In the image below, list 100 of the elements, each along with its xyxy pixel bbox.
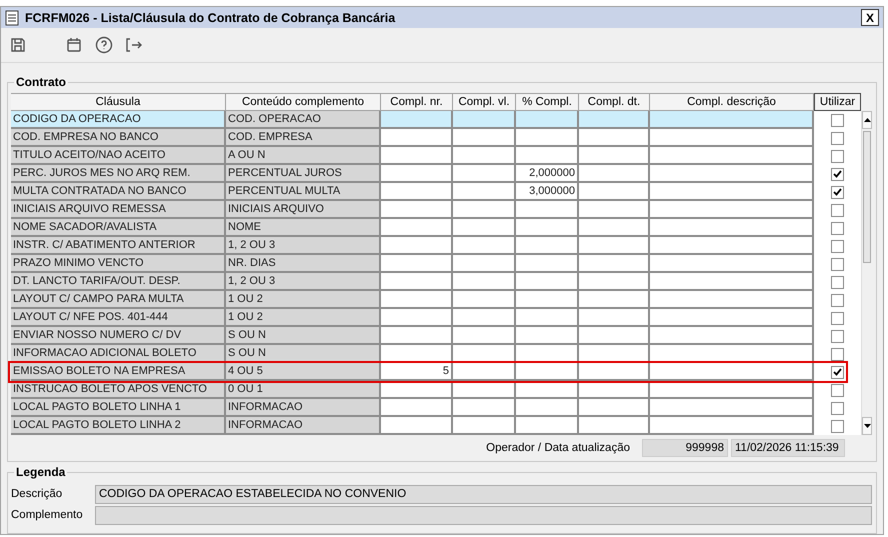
checkbox[interactable] <box>831 402 844 415</box>
table-cell[interactable] <box>579 129 650 148</box>
table-cell[interactable] <box>381 255 453 274</box>
table-cell[interactable] <box>579 327 650 346</box>
table-cell[interactable]: 5 <box>381 363 453 382</box>
table-cell[interactable] <box>650 183 814 202</box>
table-cell[interactable]: 3,000000 <box>516 183 579 202</box>
table-cell[interactable] <box>453 255 516 274</box>
table-cell[interactable] <box>381 327 453 346</box>
checkbox[interactable] <box>831 186 844 199</box>
table-cell[interactable] <box>381 111 453 130</box>
table-cell[interactable] <box>453 327 516 346</box>
table-cell[interactable] <box>453 363 516 382</box>
scroll-up-icon[interactable] <box>864 118 870 122</box>
table-cell[interactable] <box>579 219 650 238</box>
table-cell[interactable]: 2,000000 <box>516 165 579 184</box>
table-cell[interactable] <box>453 273 516 292</box>
scroll-down-icon[interactable] <box>864 424 870 428</box>
table-cell[interactable] <box>381 309 453 328</box>
checkbox[interactable] <box>831 114 844 127</box>
table-cell[interactable] <box>453 237 516 256</box>
table-cell[interactable] <box>453 111 516 130</box>
table-cell[interactable] <box>453 399 516 418</box>
checkbox[interactable] <box>831 312 844 325</box>
table-cell[interactable] <box>381 129 453 148</box>
table-cell[interactable] <box>650 273 814 292</box>
checkbox[interactable] <box>831 132 844 145</box>
column-header[interactable]: Compl. dt. <box>579 93 650 112</box>
checkbox[interactable] <box>831 204 844 217</box>
checkbox[interactable] <box>831 330 844 343</box>
column-header[interactable]: Compl. nr. <box>381 93 453 112</box>
table-cell[interactable] <box>579 201 650 220</box>
table-cell[interactable] <box>579 255 650 274</box>
table-cell[interactable] <box>516 201 579 220</box>
table-cell[interactable] <box>579 363 650 382</box>
table-cell[interactable] <box>381 147 453 166</box>
table-cell[interactable] <box>516 255 579 274</box>
table-cell[interactable] <box>650 111 814 130</box>
table-cell[interactable] <box>579 309 650 328</box>
table-cell[interactable] <box>650 255 814 274</box>
table-cell[interactable] <box>516 111 579 130</box>
table-cell[interactable] <box>650 309 814 328</box>
table-cell[interactable] <box>650 327 814 346</box>
table-cell[interactable] <box>453 219 516 238</box>
table-cell[interactable] <box>453 417 516 436</box>
table-cell[interactable] <box>453 201 516 220</box>
table-cell[interactable] <box>516 417 579 436</box>
column-header[interactable]: Conteúdo complemento <box>226 93 381 112</box>
table-cell[interactable] <box>650 363 814 382</box>
checkbox[interactable] <box>831 258 844 271</box>
table-cell[interactable] <box>579 273 650 292</box>
column-header[interactable]: Cláusula <box>11 93 226 112</box>
table-cell[interactable] <box>516 327 579 346</box>
table-cell[interactable] <box>579 237 650 256</box>
table-cell[interactable] <box>516 129 579 148</box>
checkbox[interactable] <box>831 348 844 361</box>
checkbox[interactable] <box>831 384 844 397</box>
table-cell[interactable] <box>650 291 814 310</box>
column-header[interactable]: Utilizar <box>814 93 861 112</box>
table-cell[interactable] <box>650 147 814 166</box>
column-header[interactable]: Compl. vl. <box>453 93 516 112</box>
table-cell[interactable] <box>381 291 453 310</box>
checkbox[interactable] <box>831 150 844 163</box>
table-cell[interactable] <box>453 183 516 202</box>
table-cell[interactable] <box>381 237 453 256</box>
table-cell[interactable] <box>381 399 453 418</box>
table-cell[interactable] <box>516 219 579 238</box>
table-cell[interactable] <box>650 399 814 418</box>
scrollbar[interactable] <box>861 111 872 436</box>
checkbox[interactable] <box>831 366 844 379</box>
table-cell[interactable] <box>516 309 579 328</box>
table-cell[interactable] <box>381 165 453 184</box>
table-cell[interactable] <box>650 165 814 184</box>
checkbox[interactable] <box>831 222 844 235</box>
table-cell[interactable] <box>453 147 516 166</box>
table-cell[interactable] <box>453 129 516 148</box>
table-cell[interactable] <box>516 237 579 256</box>
table-cell[interactable] <box>650 237 814 256</box>
table-cell[interactable] <box>650 201 814 220</box>
table-cell[interactable] <box>650 129 814 148</box>
table-cell[interactable] <box>381 273 453 292</box>
table-cell[interactable] <box>381 201 453 220</box>
table-cell[interactable] <box>650 417 814 436</box>
table-cell[interactable] <box>453 165 516 184</box>
table-cell[interactable] <box>453 291 516 310</box>
checkbox[interactable] <box>831 294 844 307</box>
table-cell[interactable] <box>516 399 579 418</box>
table-cell[interactable] <box>516 291 579 310</box>
table-cell[interactable] <box>579 399 650 418</box>
table-cell[interactable] <box>381 183 453 202</box>
checkbox[interactable] <box>831 240 844 253</box>
table-cell[interactable] <box>579 111 650 130</box>
table-cell[interactable] <box>516 147 579 166</box>
table-cell[interactable] <box>381 219 453 238</box>
column-header[interactable]: % Compl. <box>516 93 579 112</box>
table-cell[interactable] <box>516 273 579 292</box>
checkbox[interactable] <box>831 420 844 433</box>
table-cell[interactable] <box>650 219 814 238</box>
table-cell[interactable] <box>579 417 650 436</box>
table-cell[interactable] <box>579 291 650 310</box>
